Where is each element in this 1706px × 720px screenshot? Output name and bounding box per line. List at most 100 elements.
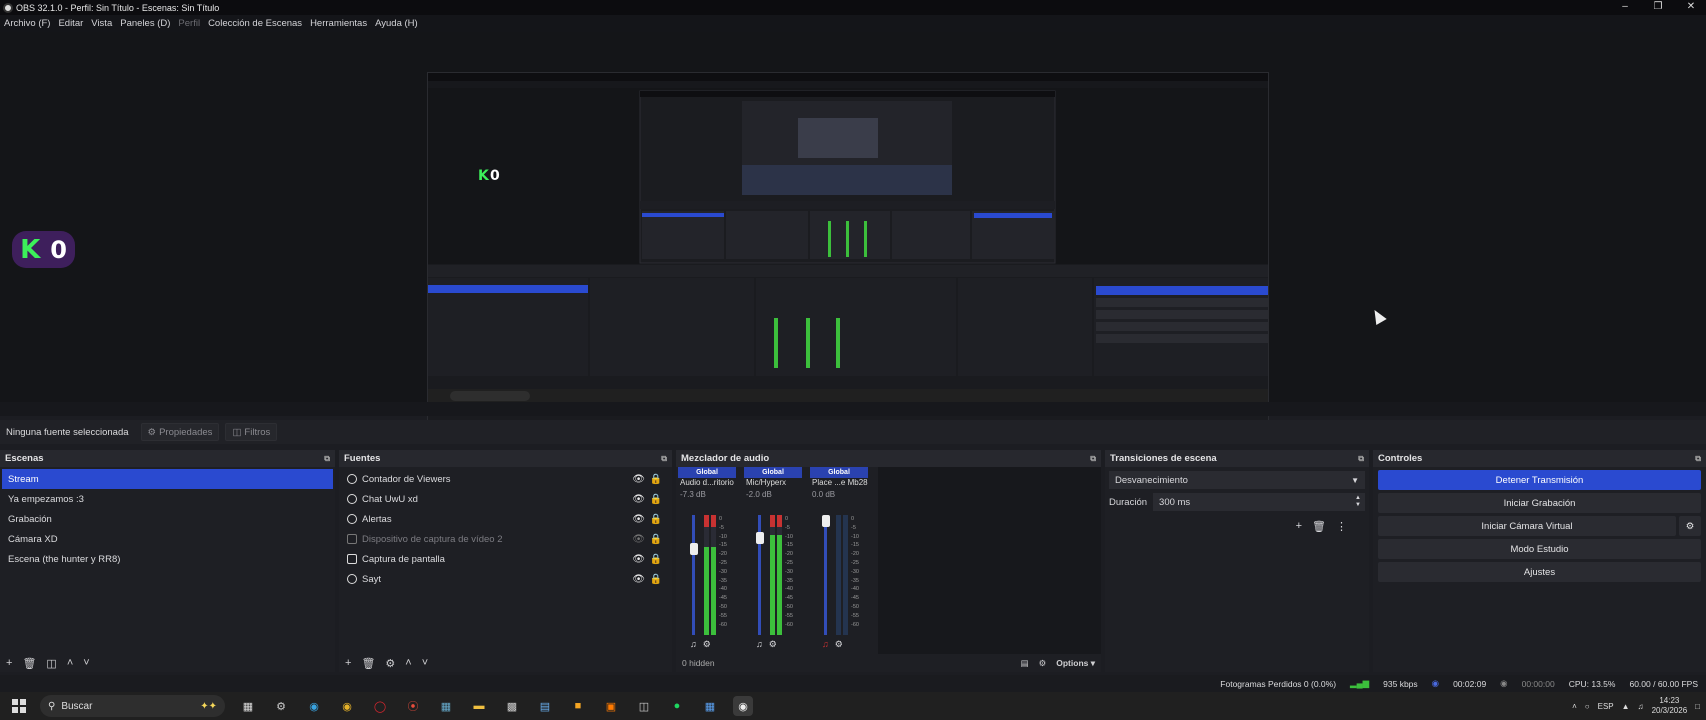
lock-icon[interactable]: 🔒 bbox=[650, 494, 662, 505]
studio-mode-button[interactable]: Modo Estudio bbox=[1378, 539, 1701, 559]
trash-icon[interactable]: 🗑 bbox=[1312, 520, 1326, 533]
scene-filters-icon[interactable]: ◫ bbox=[46, 657, 56, 670]
eye-icon[interactable]: 👁 bbox=[632, 474, 645, 485]
scene-item[interactable]: Grabación bbox=[2, 509, 333, 529]
channel-name[interactable]: Audio d...ritorio bbox=[678, 478, 736, 490]
maximize-icon[interactable]: ❐ bbox=[1643, 0, 1673, 15]
source-item[interactable]: Alertas 👁 🔒 bbox=[341, 509, 670, 529]
start-recording-button[interactable]: Iniciar Grabación bbox=[1378, 493, 1701, 513]
transition-select[interactable]: Desvanecimiento ▼ bbox=[1109, 471, 1365, 489]
scene-item[interactable]: Stream bbox=[2, 469, 333, 489]
app-grid-icon[interactable]: ▦ bbox=[700, 696, 720, 716]
settings-app-icon[interactable]: ⚙ bbox=[271, 696, 291, 716]
editor-icon[interactable]: ■ bbox=[568, 696, 588, 716]
spotify-icon[interactable]: ● bbox=[667, 696, 687, 716]
chrome-icon[interactable]: ◉ bbox=[337, 696, 357, 716]
lock-icon[interactable]: 🔒 bbox=[650, 554, 662, 565]
task-view-icon[interactable]: ▦ bbox=[238, 696, 258, 716]
filters-button[interactable]: ◫ Filtros bbox=[225, 423, 278, 441]
volume-slider[interactable] bbox=[824, 515, 827, 635]
scene-item[interactable]: Ya empezamos :3 bbox=[2, 489, 333, 509]
settings-button[interactable]: Ajustes bbox=[1378, 562, 1701, 582]
options-button[interactable]: Options ▾ bbox=[1056, 658, 1095, 669]
adobe-icon[interactable]: ▣ bbox=[601, 696, 621, 716]
volume-knob[interactable] bbox=[756, 531, 764, 544]
lock-icon[interactable]: 🔒 bbox=[650, 534, 662, 545]
volume-knob[interactable] bbox=[690, 542, 698, 555]
files-icon[interactable]: ◫ bbox=[634, 696, 654, 716]
source-item[interactable]: Dispositivo de captura de vídeo 2 👁 🔒 bbox=[341, 529, 670, 549]
channel-name[interactable]: Mic/Hyperx bbox=[744, 478, 802, 490]
dock-float-icon[interactable]: ⧉ bbox=[1090, 454, 1096, 464]
clock[interactable]: 14:23 20/3/2026 bbox=[1652, 696, 1688, 716]
add-icon[interactable]: + bbox=[6, 657, 12, 669]
lock-icon[interactable]: 🔒 bbox=[650, 474, 662, 485]
minimize-icon[interactable]: – bbox=[1610, 0, 1640, 15]
obs-taskbar-icon[interactable]: ◉ bbox=[733, 696, 753, 716]
move-down-icon[interactable]: ˅ bbox=[83, 657, 89, 669]
speaker-icon[interactable]: ♫ bbox=[822, 639, 829, 650]
source-item[interactable]: Chat UwU xd 👁 🔒 bbox=[341, 489, 670, 509]
menu-vista[interactable]: Vista bbox=[91, 18, 112, 29]
taskbar-search[interactable]: ⚲ Buscar ✦✦ bbox=[40, 695, 225, 717]
stepper-icon[interactable]: ▲ ▼ bbox=[1355, 495, 1361, 509]
source-item[interactable]: Sayt 👁 🔒 bbox=[341, 569, 670, 589]
lang-indicator[interactable]: ESP bbox=[1598, 702, 1614, 711]
close-icon[interactable]: ✕ bbox=[1676, 0, 1706, 15]
gear-icon[interactable]: ⚙ bbox=[1039, 658, 1047, 669]
stop-stream-button[interactable]: Detener Transmisión bbox=[1378, 470, 1701, 490]
terminal-icon[interactable]: ▩ bbox=[502, 696, 522, 716]
move-up-icon[interactable]: ˄ bbox=[67, 657, 73, 669]
gear-icon[interactable]: ⚙ bbox=[703, 639, 711, 650]
volume-knob[interactable] bbox=[822, 515, 830, 527]
move-down-icon[interactable]: ˅ bbox=[422, 657, 428, 669]
menu-herramientas[interactable]: Herramientas bbox=[310, 18, 367, 29]
add-icon[interactable]: + bbox=[1296, 520, 1302, 533]
eye-hidden-icon[interactable]: 👁 bbox=[632, 534, 645, 545]
volume-slider[interactable] bbox=[692, 515, 695, 635]
source-item[interactable]: Contador de Viewers 👁 🔒 bbox=[341, 469, 670, 489]
speaker-icon[interactable]: ♫ bbox=[756, 639, 763, 650]
start-virtual-cam-button[interactable]: Iniciar Cámara Virtual bbox=[1378, 516, 1676, 536]
folder-icon[interactable]: ▬ bbox=[469, 696, 489, 716]
scene-item[interactable]: Escena (the hunter y RR8) bbox=[2, 549, 333, 569]
dock-float-icon[interactable]: ⧉ bbox=[661, 454, 667, 464]
preview-canvas[interactable]: K 0 K 0 bbox=[0, 32, 1706, 430]
windows-start-icon[interactable] bbox=[12, 699, 26, 713]
gear-icon[interactable]: ⚙ bbox=[385, 657, 395, 670]
edge-icon[interactable]: ◉ bbox=[304, 696, 324, 716]
add-icon[interactable]: + bbox=[345, 657, 351, 669]
opera-icon[interactable]: ◯ bbox=[370, 696, 390, 716]
speaker-icon[interactable]: ♫ bbox=[690, 639, 697, 650]
speaker-icon[interactable]: ♫ bbox=[1638, 702, 1644, 711]
channel-name[interactable]: Place ...e Mb28 bbox=[810, 478, 868, 490]
app-icon[interactable]: ▦ bbox=[436, 696, 456, 716]
eye-icon[interactable]: 👁 bbox=[632, 514, 645, 525]
gear-icon[interactable]: ⚙ bbox=[1679, 516, 1701, 536]
menu-coleccion-escenas[interactable]: Colección de Escenas bbox=[208, 18, 302, 29]
browser-icon[interactable]: ⦿ bbox=[403, 696, 423, 716]
trash-icon[interactable]: 🗑 bbox=[22, 657, 36, 670]
mixer-layout-icon[interactable]: ▤ bbox=[1021, 658, 1029, 669]
document-icon[interactable]: ▤ bbox=[535, 696, 555, 716]
gear-icon[interactable]: ⚙ bbox=[835, 639, 843, 650]
lock-icon[interactable]: 🔒 bbox=[650, 574, 662, 585]
eye-icon[interactable]: 👁 bbox=[632, 554, 645, 565]
source-item[interactable]: Captura de pantalla 👁 🔒 bbox=[341, 549, 670, 569]
menu-archivo[interactable]: Archivo (F) bbox=[4, 18, 50, 29]
dock-float-icon[interactable]: ⧉ bbox=[1358, 454, 1364, 464]
dock-float-icon[interactable]: ⧉ bbox=[324, 454, 330, 464]
chevron-up-icon[interactable]: ˄ bbox=[1572, 702, 1577, 711]
move-up-icon[interactable]: ˄ bbox=[405, 657, 411, 669]
trash-icon[interactable]: 🗑 bbox=[361, 657, 375, 670]
menu-editar[interactable]: Editar bbox=[58, 18, 83, 29]
menu-paneles[interactable]: Paneles (D) bbox=[120, 18, 170, 29]
menu-ayuda[interactable]: Ayuda (H) bbox=[375, 18, 418, 29]
scene-item[interactable]: Cámara XD bbox=[2, 529, 333, 549]
menu-perfil[interactable]: Perfil bbox=[178, 18, 200, 29]
dock-float-icon[interactable]: ⧉ bbox=[1695, 454, 1701, 464]
gear-icon[interactable]: ⚙ bbox=[769, 639, 777, 650]
eye-icon[interactable]: 👁 bbox=[632, 574, 645, 585]
lock-icon[interactable]: 🔒 bbox=[650, 514, 662, 525]
more-icon[interactable]: ⋮ bbox=[1336, 520, 1347, 533]
